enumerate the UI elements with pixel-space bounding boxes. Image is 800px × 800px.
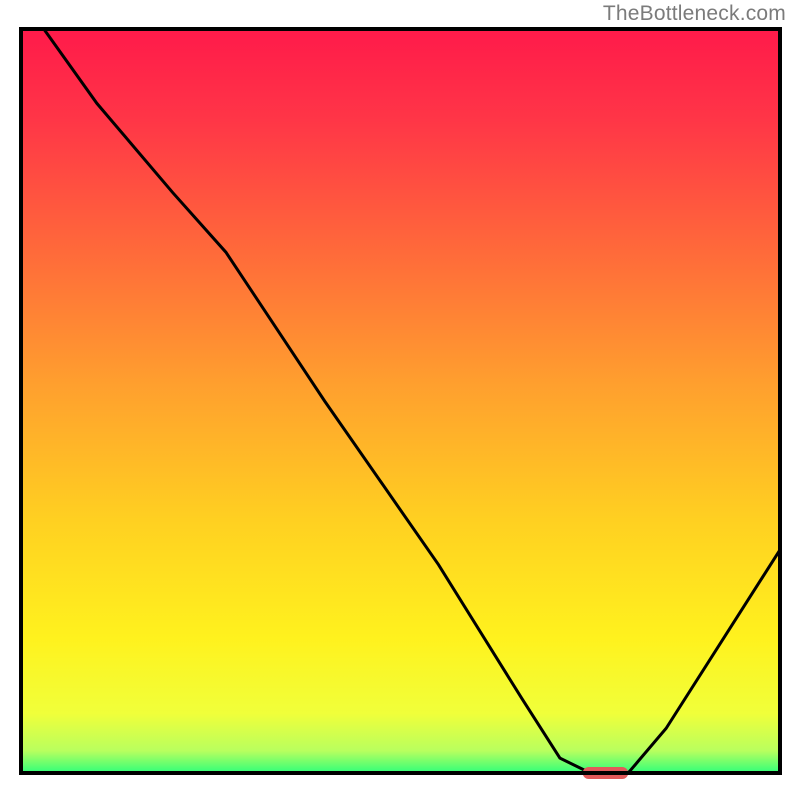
watermark-text: TheBottleneck.com <box>603 2 786 26</box>
bottleneck-chart <box>0 0 800 800</box>
chart-container: { "watermark": "TheBottleneck.com", "col… <box>0 0 800 800</box>
gradient-background <box>21 29 780 773</box>
